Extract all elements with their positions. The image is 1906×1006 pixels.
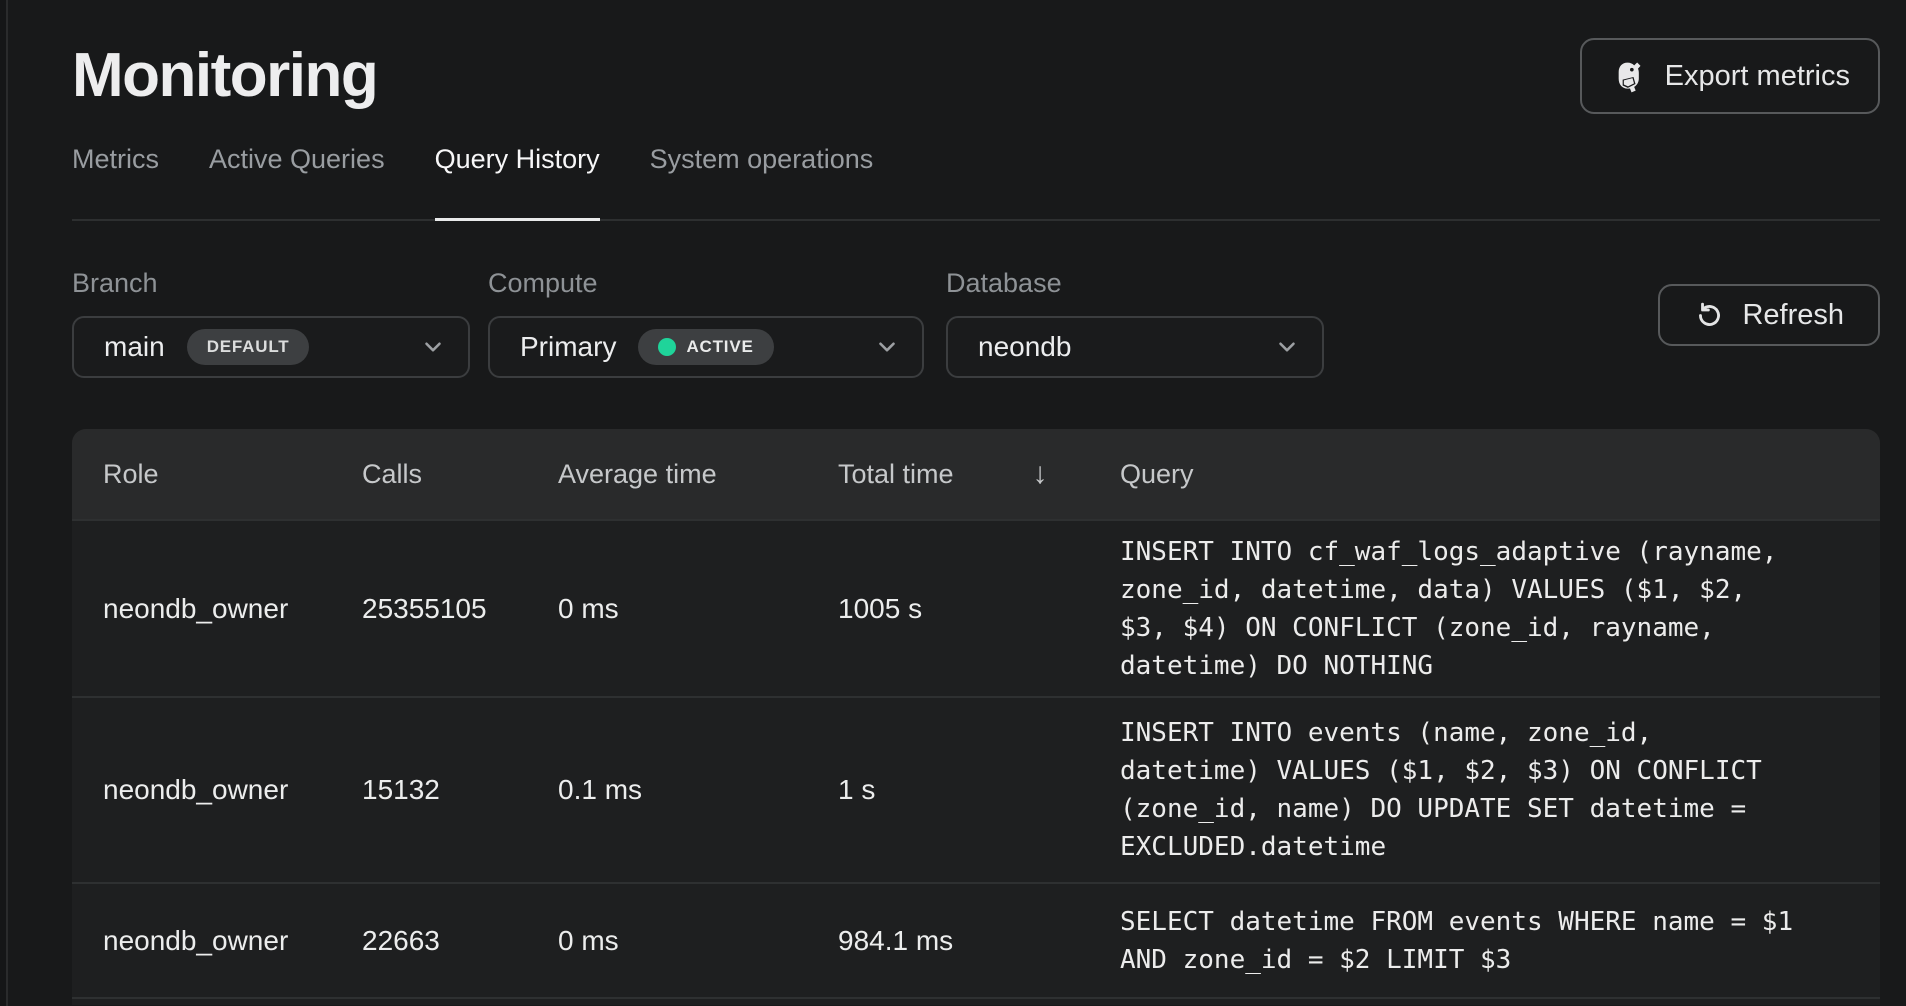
- cell-average-time: 0 ms: [558, 925, 838, 957]
- column-header-calls[interactable]: Calls: [362, 459, 558, 490]
- monitoring-page: Monitoring Export metrics Metrics Active…: [8, 0, 1906, 1006]
- cell-role: neondb_owner: [72, 774, 362, 806]
- chevron-down-icon: [1274, 334, 1300, 360]
- cell-role: neondb_owner: [72, 593, 362, 625]
- refresh-label: Refresh: [1742, 299, 1844, 332]
- cell-query: INSERT INTO cf_waf_logs_adaptive (raynam…: [1120, 533, 1796, 685]
- database-label: Database: [946, 267, 1324, 299]
- cell-query: INSERT INTO events (name, zone_id, datet…: [1120, 714, 1796, 866]
- branch-select[interactable]: main DEFAULT: [72, 316, 470, 378]
- tab-query-history[interactable]: Query History: [435, 142, 600, 221]
- cell-calls: 25355105: [362, 593, 558, 625]
- active-status-dot: [658, 338, 676, 356]
- tab-metrics[interactable]: Metrics: [72, 142, 159, 219]
- column-header-total-time[interactable]: Total time ↓: [838, 457, 1108, 491]
- chevron-down-icon: [874, 334, 900, 360]
- filters-bar: Branch main DEFAULT Compute Primary ACTI…: [72, 267, 1880, 378]
- tab-system-operations[interactable]: System operations: [650, 142, 874, 219]
- datadog-icon: [1610, 56, 1650, 96]
- default-badge: DEFAULT: [187, 329, 310, 365]
- cell-role: neondb_owner: [72, 925, 362, 957]
- refresh-icon: [1694, 300, 1725, 331]
- cell-query: SELECT datetime FROM events WHERE name =…: [1120, 903, 1796, 979]
- refresh-button[interactable]: Refresh: [1658, 284, 1880, 346]
- cell-calls: 15132: [362, 774, 558, 806]
- compute-label: Compute: [488, 267, 924, 299]
- table-header-row: Role Calls Average time Total time ↓ Que…: [72, 429, 1880, 519]
- export-metrics-button[interactable]: Export metrics: [1580, 38, 1880, 114]
- tab-active-queries[interactable]: Active Queries: [209, 142, 385, 219]
- page-title: Monitoring: [72, 36, 377, 116]
- branch-filter: Branch main DEFAULT: [72, 267, 470, 378]
- table-row[interactable]: neondb_owner 15132 0.1 ms 1 s INSERT INT…: [72, 696, 1880, 882]
- compute-select[interactable]: Primary ACTIVE: [488, 316, 924, 378]
- column-header-average-time[interactable]: Average time: [558, 459, 838, 490]
- panel-edge-divider: [0, 0, 8, 1006]
- cell-calls: 22663: [362, 925, 558, 957]
- table-row[interactable]: neondb_owner 25355105 0 ms 1005 s INSERT…: [72, 519, 1880, 696]
- database-value: neondb: [978, 331, 1071, 363]
- database-filter: Database neondb: [946, 267, 1324, 378]
- cell-total-time: 1005 s: [838, 593, 1108, 625]
- page-header: Monitoring Export metrics: [72, 0, 1880, 116]
- query-history-table: Role Calls Average time Total time ↓ Que…: [72, 429, 1880, 1005]
- column-header-query[interactable]: Query: [1108, 459, 1880, 490]
- column-header-role[interactable]: Role: [72, 459, 362, 490]
- compute-value: Primary: [520, 331, 616, 363]
- cell-average-time: 0.1 ms: [558, 774, 838, 806]
- export-metrics-label: Export metrics: [1665, 60, 1850, 93]
- table-row[interactable]: neondb_owner 22663 0 ms 984.1 ms SELECT …: [72, 882, 1880, 997]
- cell-total-time: 984.1 ms: [838, 925, 1108, 957]
- monitoring-tabs: Metrics Active Queries Query History Sys…: [72, 142, 1880, 221]
- branch-value: main: [104, 331, 165, 363]
- branch-label: Branch: [72, 267, 470, 299]
- sort-desc-icon[interactable]: ↓: [1033, 457, 1048, 491]
- compute-filter: Compute Primary ACTIVE: [488, 267, 924, 378]
- active-badge: ACTIVE: [638, 329, 773, 365]
- cell-average-time: 0 ms: [558, 593, 838, 625]
- database-select[interactable]: neondb: [946, 316, 1324, 378]
- active-badge-label: ACTIVE: [686, 337, 753, 357]
- cell-total-time: 1 s: [838, 774, 1108, 806]
- total-time-label: Total time: [838, 459, 954, 490]
- table-row-clipped: [72, 997, 1880, 1005]
- chevron-down-icon: [420, 334, 446, 360]
